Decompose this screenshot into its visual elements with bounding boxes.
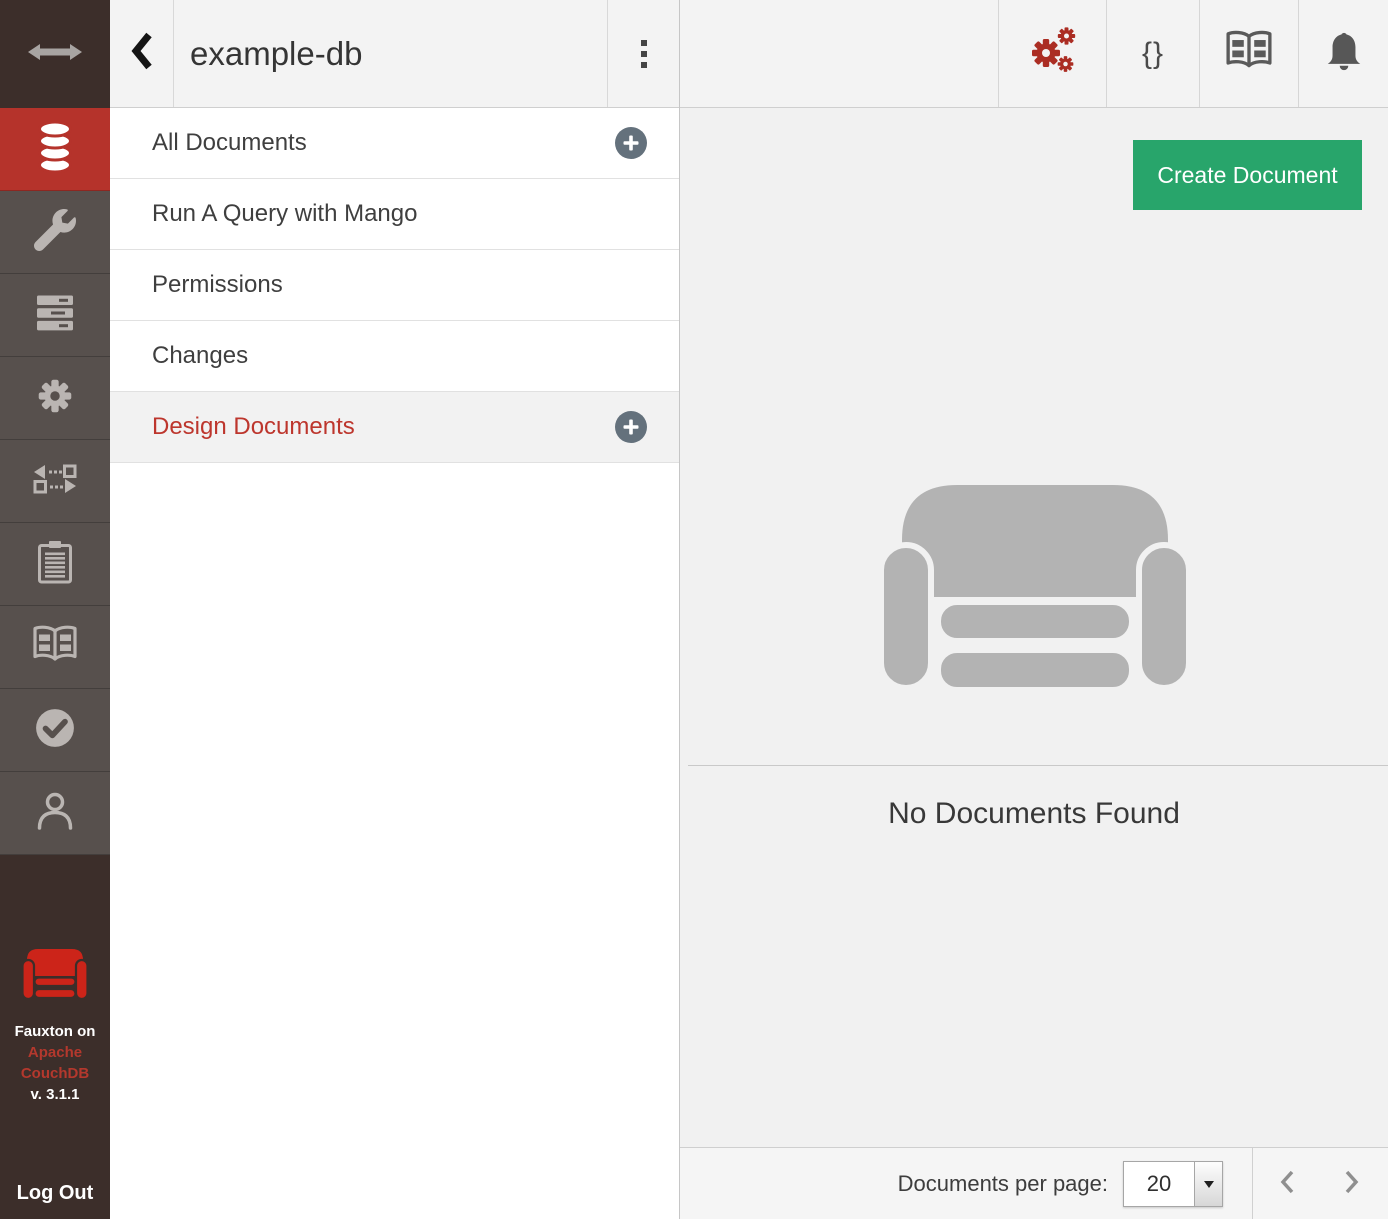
couchdb-label: CouchDB [0, 1063, 110, 1084]
kebab-icon [641, 40, 647, 46]
clipboard-icon [37, 540, 73, 589]
menu-item-label: All Documents [152, 129, 307, 157]
sidebar-item-databases[interactable] [0, 108, 110, 191]
gear-icon [34, 375, 76, 422]
apache-label: Apache [0, 1042, 110, 1063]
select-dropdown-button[interactable] [1194, 1162, 1222, 1206]
per-page-label: Documents per page: [898, 1148, 1108, 1219]
logout-button[interactable]: Log Out [0, 1182, 110, 1205]
create-document-button[interactable]: Create Document [1133, 140, 1362, 210]
database-menu-panel: example-db All Documents Run A Query wit… [110, 0, 680, 1219]
server-stack-icon [35, 293, 75, 338]
database-options-button[interactable] [607, 0, 680, 107]
braces-icon: {} [1142, 37, 1164, 71]
database-title: example-db [190, 0, 362, 107]
sidebar-item-account[interactable] [0, 772, 110, 855]
back-button[interactable] [110, 0, 173, 107]
menu-item-mango-query[interactable]: Run A Query with Mango [110, 179, 679, 250]
sidebar-item-clipboard[interactable] [0, 523, 110, 606]
sidebar-item-configuration[interactable] [0, 357, 110, 440]
caret-down-icon [1204, 1181, 1214, 1188]
menu-item-all-documents[interactable]: All Documents [110, 108, 679, 179]
chevron-right-icon [1342, 1168, 1362, 1201]
per-page-select[interactable]: 20 [1123, 1161, 1223, 1207]
version-label: v. 3.1.1 [0, 1084, 110, 1105]
empty-state-text: No Documents Found [680, 797, 1388, 831]
menu-item-label: Run A Query with Mango [152, 200, 417, 228]
check-circle-icon [34, 707, 76, 754]
menu-item-label: Changes [152, 342, 248, 370]
bell-icon [1323, 29, 1365, 78]
api-options-button[interactable] [998, 0, 1106, 107]
database-icon [32, 121, 78, 178]
add-document-button[interactable] [615, 127, 647, 159]
next-page-button[interactable] [1333, 1166, 1371, 1202]
fauxton-label: Fauxton on [0, 1021, 110, 1042]
documents-panel: {} Create Document [680, 0, 1388, 1219]
couchdb-logo-icon [22, 948, 88, 1005]
menu-item-label: Permissions [152, 271, 283, 299]
notifications-button[interactable] [1298, 0, 1388, 107]
sidebar-item-replication[interactable] [0, 440, 110, 523]
sidebar-item-documentation[interactable] [0, 606, 110, 689]
chevron-left-icon [130, 32, 154, 75]
menu-item-changes[interactable]: Changes [110, 321, 679, 392]
chevron-left-icon [1277, 1168, 1297, 1201]
replication-icon [33, 464, 77, 499]
gears-icon [1025, 23, 1081, 84]
empty-couch-illustration [878, 485, 1192, 691]
book-icon [32, 625, 78, 670]
app-sidebar: Fauxton on Apache CouchDB v. 3.1.1 Log O… [0, 0, 110, 1219]
double-arrow-icon [27, 41, 83, 68]
json-button[interactable]: {} [1106, 0, 1199, 107]
per-page-value: 20 [1124, 1162, 1194, 1206]
sidebar-footer: Fauxton on Apache CouchDB v. 3.1.1 Log O… [0, 855, 110, 1219]
documentation-button[interactable] [1199, 0, 1298, 107]
database-header: example-db [110, 0, 679, 108]
kebab-icon [641, 51, 647, 57]
previous-page-button[interactable] [1268, 1166, 1306, 1202]
footer-divider [1252, 1148, 1253, 1219]
main-topbar: {} [680, 0, 1388, 108]
pagination-footer: Documents per page: 20 [680, 1147, 1388, 1219]
add-design-document-button[interactable] [615, 411, 647, 443]
header-divider [173, 0, 174, 107]
sidebar-item-active-tasks[interactable] [0, 274, 110, 357]
sidebar-item-setup[interactable] [0, 191, 110, 274]
sidebar-collapse-button[interactable] [0, 0, 110, 108]
menu-item-design-documents[interactable]: Design Documents [110, 392, 679, 463]
kebab-icon [641, 62, 647, 68]
book-icon [1225, 30, 1273, 77]
sidebar-item-verify[interactable] [0, 689, 110, 772]
user-icon [35, 790, 75, 837]
menu-item-permissions[interactable]: Permissions [110, 250, 679, 321]
content-divider [688, 765, 1388, 766]
menu-item-label: Design Documents [152, 413, 355, 441]
wrench-icon [34, 209, 76, 256]
